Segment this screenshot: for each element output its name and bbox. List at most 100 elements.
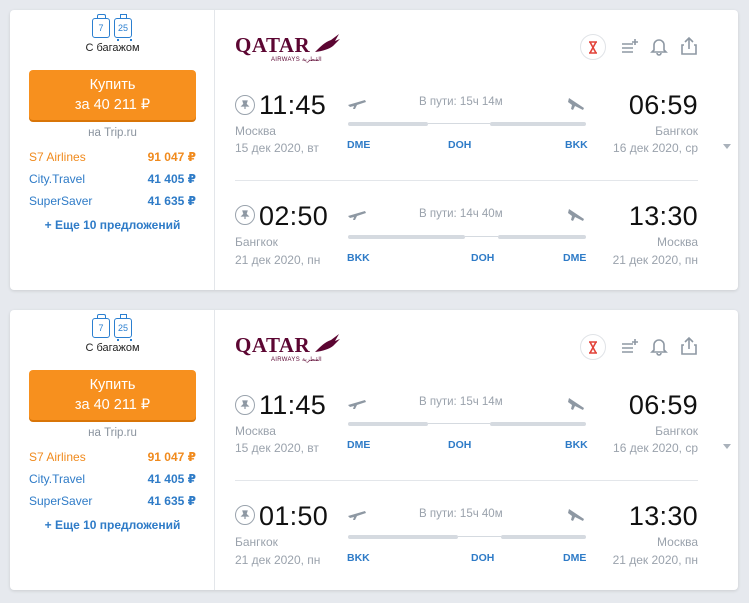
buy-button-price: за 40 211 ₽: [74, 97, 151, 113]
departure-city: Москва: [235, 424, 276, 438]
landing-icon: [568, 98, 584, 110]
offer-row[interactable]: S7 Airlines 91 047 ₽: [29, 450, 196, 464]
hand-luggage-weight: 7: [98, 323, 104, 333]
offer-price[interactable]: 91 047 ₽: [148, 450, 196, 464]
layover-line: [428, 423, 490, 424]
landing-icon: [568, 398, 584, 410]
route-leg: [348, 235, 465, 239]
route-line: [348, 122, 586, 126]
buy-button-label: Купить: [89, 77, 136, 93]
pin-icon[interactable]: [235, 505, 255, 525]
airline-logo-wordmark: QATAR: [235, 33, 311, 57]
offer-row[interactable]: S7 Airlines 91 047 ₽: [29, 150, 196, 164]
checked-baggage-weight: 25: [117, 23, 128, 33]
arrival-city: Бангкок: [655, 424, 698, 438]
arrival-date: 16 дек 2020, ср: [613, 141, 698, 155]
airport-code: DME: [347, 439, 371, 451]
offer-row[interactable]: SuperSaver 41 635 ₽: [29, 494, 196, 508]
arrival-time: 13:30: [628, 501, 698, 531]
hand-luggage-icon: 7: [92, 314, 110, 338]
route-line: [348, 535, 586, 539]
offer-agency[interactable]: S7 Airlines: [29, 150, 86, 164]
offer-agency[interactable]: City.Travel: [29, 472, 85, 486]
arrival-city: Москва: [657, 235, 698, 249]
airline-logo: QATAR AIRWAYS القطرية: [235, 334, 341, 363]
flight-segment-outbound: 11:45 Москва 15 дек 2020, вт В пути: 15ч…: [235, 378, 698, 488]
share-icon[interactable]: [680, 36, 698, 61]
buy-button-price: за 40 211 ₽: [74, 397, 151, 413]
landing-icon: [568, 209, 584, 221]
flight-duration: В пути: 15ч 40м: [419, 508, 503, 520]
arrival-date: 21 дек 2020, пн: [612, 553, 698, 567]
offer-price[interactable]: 91 047 ₽: [148, 150, 196, 164]
expand-arrow-icon[interactable]: [722, 143, 732, 151]
airline-logo: QATAR AIRWAYS القطرية: [235, 33, 341, 63]
pin-icon[interactable]: [235, 395, 255, 415]
arrival-time: 13:30: [628, 201, 698, 231]
departure-time: 02:50: [259, 201, 329, 231]
airport-code: DME: [563, 552, 587, 564]
hand-luggage-icon: 7: [92, 14, 110, 38]
offer-row[interactable]: City.Travel 41 405 ₽: [29, 172, 196, 186]
more-offers-link[interactable]: + Еще 10 предложений: [10, 218, 215, 232]
airport-code: BKK: [347, 552, 370, 564]
flight-segment-return: 01:50 Бангкок 21 дек 2020, пн В пути: 15…: [235, 480, 698, 590]
share-icon[interactable]: [680, 336, 698, 361]
departure-time: 11:45: [259, 90, 327, 120]
flight-segment-outbound: 11:45 Москва 15 дек 2020, вт В пути: 15ч…: [235, 78, 698, 188]
offer-source: на Trip.ru: [88, 127, 137, 139]
flight-duration: В пути: 15ч 14м: [419, 96, 503, 108]
offer-row[interactable]: SuperSaver 41 635 ₽: [29, 194, 196, 208]
add-to-list-icon[interactable]: [620, 336, 640, 361]
bell-icon[interactable]: [650, 336, 668, 361]
ticket-card: 7 25 С багажом Купить за 40 211 ₽ на Tri…: [10, 10, 738, 290]
departure-date: 15 дек 2020, вт: [235, 441, 319, 455]
airport-code: BKK: [347, 252, 370, 264]
pin-icon[interactable]: [235, 205, 255, 225]
offer-price[interactable]: 41 405 ₽: [148, 172, 196, 186]
price-panel: 7 25 С багажом Купить за 40 211 ₽ на Tri…: [10, 10, 215, 290]
buy-button[interactable]: Купить за 40 211 ₽: [29, 370, 196, 420]
hourglass-icon: [580, 34, 606, 60]
arrival-time: 06:59: [628, 390, 698, 420]
add-to-list-icon[interactable]: [620, 36, 640, 61]
departure-time: 01:50: [259, 501, 329, 531]
arrival-time: 06:59: [628, 90, 698, 120]
flight-duration: В пути: 14ч 40м: [419, 208, 503, 220]
flight-duration: В пути: 15ч 14м: [419, 396, 503, 408]
airport-code: BKK: [565, 139, 588, 151]
offer-agency[interactable]: S7 Airlines: [29, 450, 86, 464]
airport-code: DOH: [471, 252, 495, 264]
ticket-card: 7 25 С багажом Купить за 40 211 ₽ на Tri…: [10, 310, 738, 590]
route-leg: [501, 535, 586, 539]
offer-agency[interactable]: City.Travel: [29, 172, 85, 186]
offer-price[interactable]: 41 405 ₽: [148, 472, 196, 486]
layover-line: [428, 123, 490, 124]
takeoff-icon: [348, 400, 366, 409]
price-panel: 7 25 С багажом Купить за 40 211 ₽ на Tri…: [10, 310, 215, 590]
arrival-city: Москва: [657, 535, 698, 549]
departure-city: Бангкок: [235, 235, 278, 249]
offer-agency[interactable]: SuperSaver: [29, 194, 92, 208]
oryx-icon: [315, 34, 341, 52]
layover-line: [465, 236, 498, 237]
landing-icon: [568, 509, 584, 521]
buy-button[interactable]: Купить за 40 211 ₽: [29, 70, 196, 120]
route-leg: [348, 422, 428, 426]
route-leg: [490, 122, 586, 126]
offer-agency[interactable]: SuperSaver: [29, 494, 92, 508]
offer-price[interactable]: 41 635 ₽: [148, 194, 196, 208]
baggage-label: С багажом: [85, 42, 140, 54]
airport-code: DME: [347, 139, 371, 151]
airport-code: DOH: [471, 552, 495, 564]
more-offers-link[interactable]: + Еще 10 предложений: [10, 518, 215, 532]
route-leg: [498, 235, 586, 239]
baggage-icons: 7 25: [92, 314, 132, 341]
pin-icon[interactable]: [235, 95, 255, 115]
offer-row[interactable]: City.Travel 41 405 ₽: [29, 472, 196, 486]
takeoff-icon: [348, 100, 366, 109]
bell-icon[interactable]: [650, 36, 668, 61]
offer-price[interactable]: 41 635 ₽: [148, 494, 196, 508]
buy-button-label: Купить: [89, 377, 136, 393]
expand-arrow-icon[interactable]: [722, 443, 732, 451]
